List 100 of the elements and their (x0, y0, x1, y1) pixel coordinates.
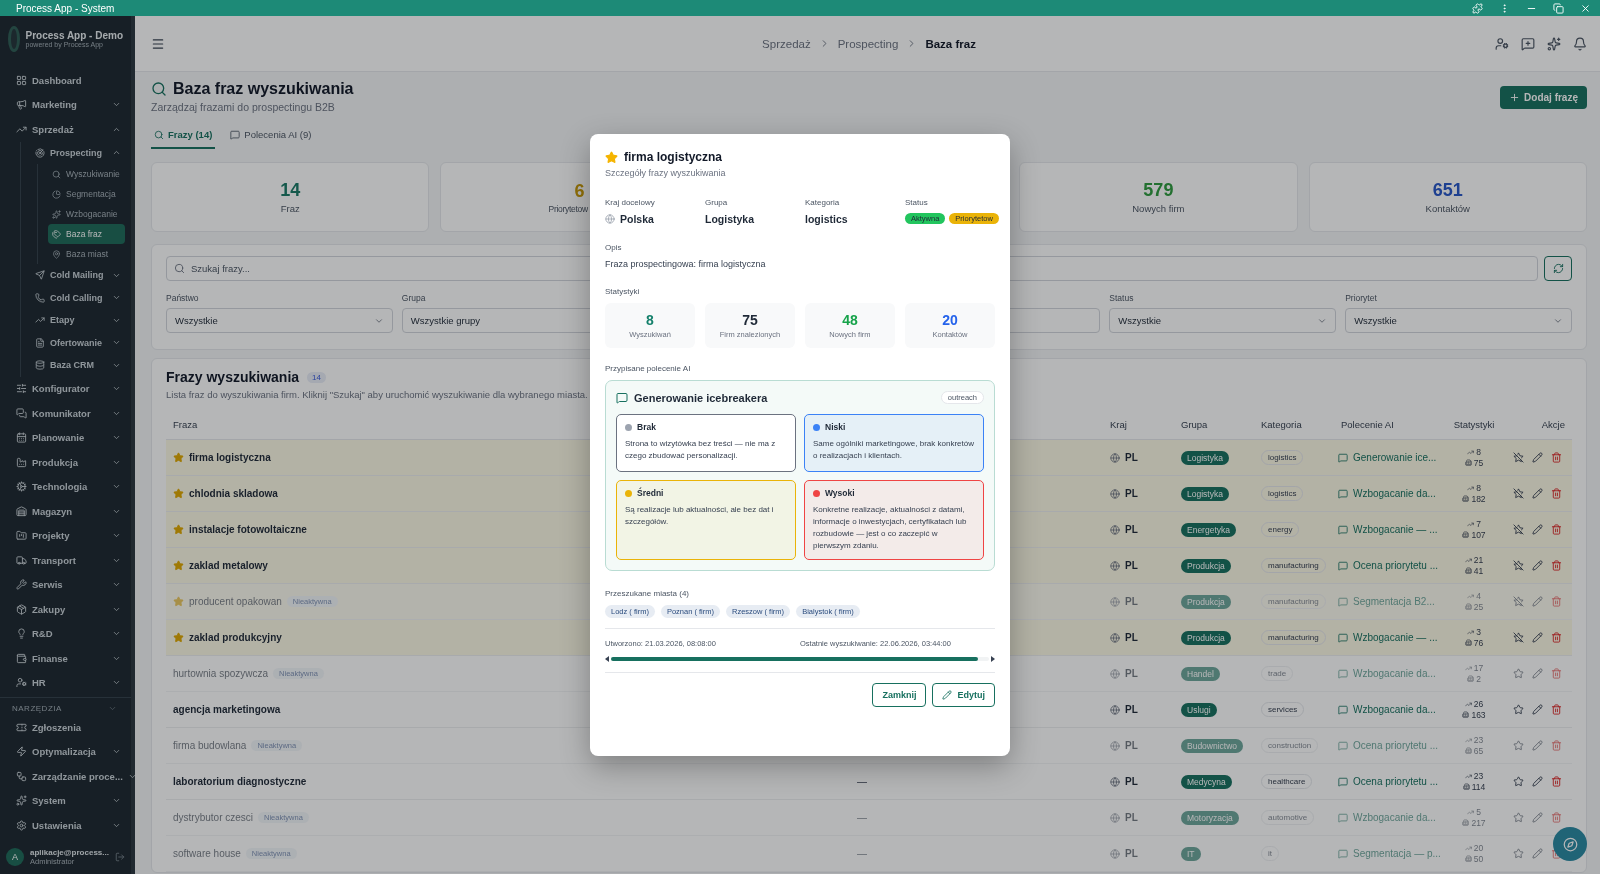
field-value: logistics (805, 213, 849, 225)
phrase-text: zaklad metalowy (189, 560, 268, 571)
section-label: Statystyki (605, 287, 641, 296)
window-title: Process App - System (16, 2, 115, 14)
phrase-text: firma budowlana (173, 740, 247, 751)
country-code: PL (1125, 452, 1138, 463)
field-label: Kraj docelowy (605, 198, 656, 207)
search-count: 17 (1473, 662, 1484, 674)
column-header: Fraza (172, 419, 199, 430)
dialog-title: firma logistyczna (624, 150, 723, 164)
field-label: Kategoria (805, 198, 841, 207)
country-code: PL (1125, 668, 1138, 679)
field-label: Grupa (705, 198, 729, 207)
phrase-text: firma logistyczna (189, 452, 271, 463)
country-code: PL (1125, 524, 1138, 535)
firm-count: 25 (1473, 601, 1484, 613)
search-count: 5 (1476, 806, 1481, 818)
group-badge: Energetyka (1181, 522, 1236, 537)
level-name: Średni (637, 488, 664, 498)
stat-label: Nowych firm (1132, 203, 1185, 214)
country-code: PL (1125, 488, 1138, 499)
stat-value: 48 (842, 312, 858, 328)
country-code: PL (1125, 596, 1138, 607)
table-cell: — (857, 848, 867, 859)
field-label: Status (905, 198, 929, 207)
prompt-name: Generowanie icebreakera (634, 391, 769, 404)
column-header: Kategoria (1260, 419, 1303, 430)
stat-value: 20 (942, 312, 958, 328)
stat-value: 651 (1432, 180, 1463, 201)
table-cell: — (857, 776, 867, 787)
phrase-text: producent opakowan (189, 596, 282, 607)
level-name: Brak (637, 422, 656, 432)
stat-label: Fraz (280, 203, 300, 214)
column-header: Polecenie AI (1340, 419, 1395, 430)
filter-label: Grupa (401, 293, 427, 304)
table-description: Lista fraz do wyszukiwania firm. Kliknij "Szukaj" aby uruchomić wyszukiwanie dla wybranego miasta. (166, 389, 588, 400)
firm-count: 114 (1471, 781, 1486, 793)
firm-count: 41 (1473, 565, 1484, 577)
phrase-text: hurtownia spozywcza (173, 668, 269, 679)
phrase-text: laboratorium diagnostyczne (173, 776, 307, 787)
stat-value: 6 (574, 180, 585, 202)
field-value: Polska (620, 213, 654, 225)
section-label: Przeszukane miasta (4) (605, 589, 691, 598)
level-description: Są realizacje lub aktualności, ale bez dat i szczegółów. (625, 504, 775, 528)
column-header: Grupa (1180, 419, 1209, 430)
search-count: 4 (1476, 590, 1481, 602)
country-code: PL (1125, 632, 1138, 643)
section-label: NARZĘDZIA (12, 704, 62, 713)
level-description: Same ogólniki marketingowe, brak konkretów o realizacjach i klientach. (813, 438, 975, 462)
count-badge: 14 (307, 371, 326, 383)
page-subtitle: Zarządzaj frazami do prospectingu B2B (151, 101, 336, 113)
table-title: Frazy wyszukiwania (166, 369, 300, 385)
phrase-text: instalacje fotowoltaiczne (189, 524, 307, 535)
search-count: 3 (1476, 626, 1481, 638)
level-name: Wysoki (825, 488, 855, 498)
section-label: Przypisane polecenie AI (605, 364, 692, 373)
phrase-text: agencja marketingowa (173, 704, 281, 715)
search-count: 7 (1476, 518, 1481, 530)
level-name: Niski (825, 422, 846, 432)
search-count: 26 (1473, 698, 1484, 710)
phrase-text: dystrybutor czesci (173, 812, 254, 823)
section-label: Opis (605, 243, 623, 252)
country-code: PL (1125, 848, 1138, 859)
firm-count: 163 (1471, 709, 1486, 721)
brand-name: Process App - Demo (25, 30, 123, 41)
user-avatar: A (6, 848, 24, 866)
firm-count: 50 (1473, 853, 1484, 865)
phrase-text: chlodnia skladowa (189, 488, 278, 499)
country-code: PL (1125, 740, 1138, 751)
firm-count: 182 (1471, 493, 1486, 505)
column-header: Statystyki (1452, 419, 1496, 430)
group-badge: Logistyka (1181, 450, 1229, 465)
country-code: PL (1125, 560, 1138, 571)
phrase-text: zaklad produkcyjny (189, 632, 282, 643)
description-text: Fraza prospectingowa: firma logistyczna (605, 259, 767, 269)
search-count: 21 (1473, 554, 1484, 566)
group-badge: Medycyna (1181, 774, 1232, 789)
table-cell: — (857, 812, 867, 823)
column-header: Akcje (1540, 419, 1566, 430)
page-title: Baza fraz wyszukiwania (173, 80, 354, 98)
level-description: Strona to wizytówka bez treści — nie ma z czego zbudować personalizacji. (625, 438, 777, 462)
firm-count: 2 (1476, 673, 1481, 685)
search-count: 8 (1476, 446, 1481, 458)
phrase-text: software house (173, 848, 241, 859)
country-code: PL (1125, 812, 1138, 823)
stat-label: Kontaktów (1425, 203, 1470, 214)
group-badge: Logistyka (1181, 486, 1229, 501)
country-code: PL (1125, 704, 1138, 715)
stat-label: Priorytetow (548, 203, 588, 214)
country-code: PL (1125, 776, 1138, 787)
stat-value: 579 (1143, 180, 1174, 201)
search-count: 23 (1473, 770, 1484, 782)
firm-count: 76 (1473, 637, 1484, 649)
search-count: 20 (1473, 842, 1484, 854)
stat-value: 14 (280, 180, 301, 201)
filter-label: Priorytet (1345, 293, 1378, 304)
firm-count: 107 (1471, 529, 1486, 541)
firm-count: 75 (1473, 457, 1484, 469)
firm-count: 65 (1473, 745, 1484, 757)
filter-label: Status (1109, 293, 1135, 304)
